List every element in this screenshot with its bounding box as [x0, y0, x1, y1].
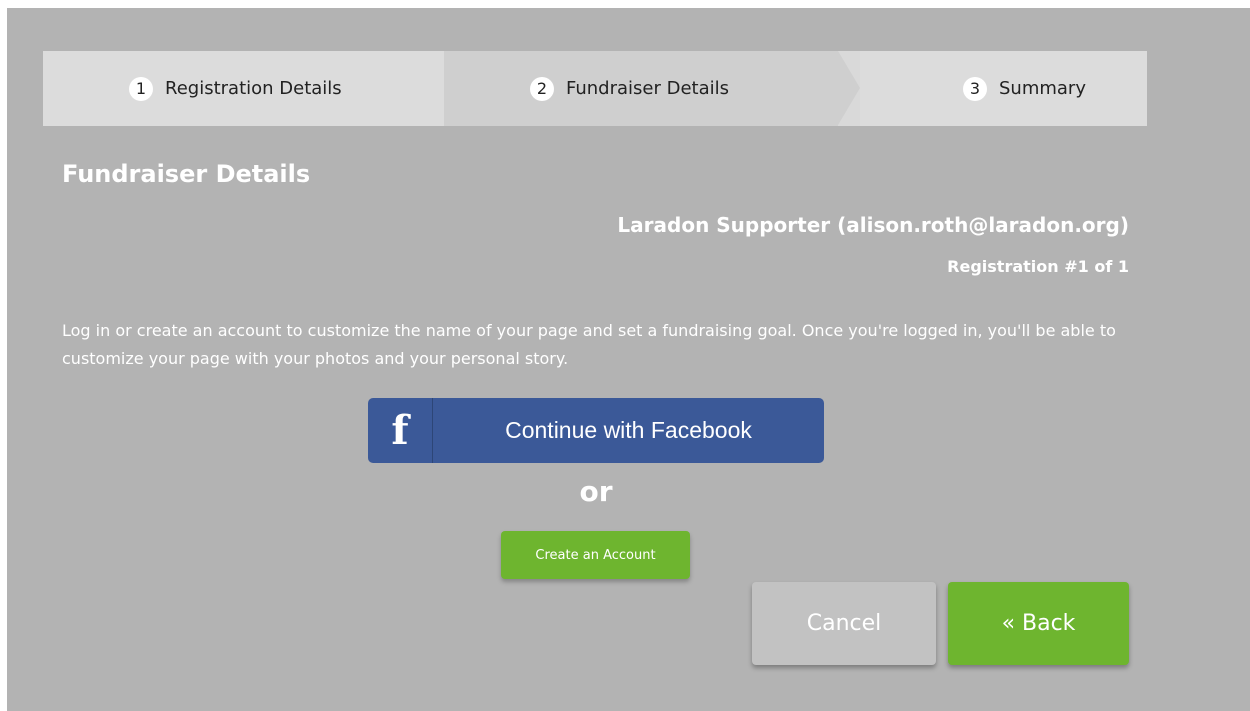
registration-counter: Registration #1 of 1 — [947, 257, 1129, 276]
facebook-icon: f — [368, 398, 433, 463]
create-account-button[interactable]: Create an Account — [501, 531, 690, 579]
intro-text: Log in or create an account to customize… — [62, 321, 1116, 368]
progress-stepper: 1 Registration Details 2 Fundraiser Deta… — [43, 51, 1147, 126]
step-label: Fundraiser Details — [566, 78, 730, 99]
active-step-arrow — [838, 51, 860, 125]
step-label: Registration Details — [165, 78, 342, 99]
cancel-button[interactable]: Cancel — [752, 582, 936, 665]
step-number: 2 — [530, 76, 554, 101]
step-fundraiser-details[interactable]: 2 Fundraiser Details — [444, 51, 838, 126]
step-label: Summary — [999, 78, 1086, 99]
step-number: 1 — [129, 76, 153, 101]
facebook-button-label: Continue with Facebook — [505, 417, 752, 443]
step-number: 3 — [963, 76, 987, 101]
or-divider-text: or — [579, 475, 613, 508]
back-button[interactable]: « Back — [948, 582, 1129, 665]
step-registration-details[interactable]: 1 Registration Details — [43, 51, 444, 126]
step-summary[interactable]: 3 Summary — [860, 51, 1147, 126]
continue-with-facebook-button[interactable]: f Continue with Facebook — [368, 398, 824, 463]
page-title: Fundraiser Details — [62, 160, 311, 188]
supporter-name: Laradon Supporter (alison.roth@laradon.o… — [617, 213, 1129, 237]
